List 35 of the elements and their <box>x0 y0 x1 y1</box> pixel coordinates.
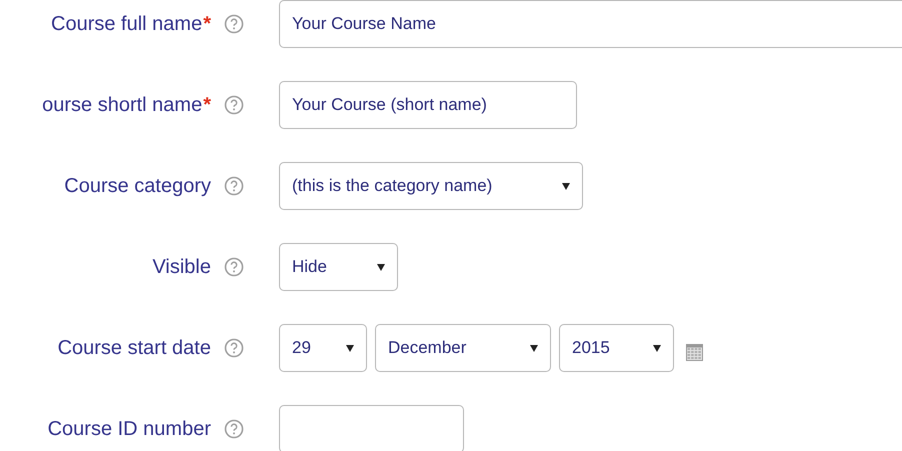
select-field[interactable]: (this is the category name) <box>279 162 583 210</box>
field-value: Your Course Name <box>292 14 436 34</box>
field-label: Course ID number <box>48 418 211 440</box>
select-value: December <box>388 338 466 358</box>
help-icon[interactable] <box>224 338 244 358</box>
select-field[interactable]: December <box>375 324 551 372</box>
text-field[interactable] <box>279 405 464 451</box>
field-label: Course full name <box>51 12 202 36</box>
required-mark: * <box>203 94 211 116</box>
help-icon[interactable] <box>224 176 244 196</box>
select-field[interactable]: 2015 <box>559 324 674 372</box>
select-value: 2015 <box>572 338 610 358</box>
select-field[interactable]: 29 <box>279 324 367 372</box>
calendar-icon[interactable] <box>686 344 703 360</box>
help-icon[interactable] <box>224 257 244 277</box>
help-icon[interactable] <box>224 95 244 115</box>
caret-icon <box>346 344 354 352</box>
caret-icon <box>653 344 661 352</box>
caret-icon <box>377 264 385 270</box>
field-label: ourse shortl name <box>42 94 202 116</box>
select-field[interactable]: Hide <box>279 243 398 291</box>
field-label: Course start date <box>58 336 211 360</box>
required-mark: * <box>203 12 211 36</box>
select-value: (this is the category name) <box>292 176 492 196</box>
caret-icon <box>530 344 538 352</box>
field-label: Course category <box>64 174 211 198</box>
text-field[interactable]: Your Course Name <box>279 0 902 48</box>
caret-icon <box>562 182 570 190</box>
help-icon[interactable] <box>224 419 244 439</box>
text-field[interactable]: Your Course (short name) <box>279 81 577 129</box>
select-value: 29 <box>292 338 311 358</box>
field-label: Visible <box>152 256 211 278</box>
help-icon[interactable] <box>224 14 244 34</box>
field-value: Your Course (short name) <box>292 95 487 115</box>
select-value: Hide <box>292 257 327 277</box>
